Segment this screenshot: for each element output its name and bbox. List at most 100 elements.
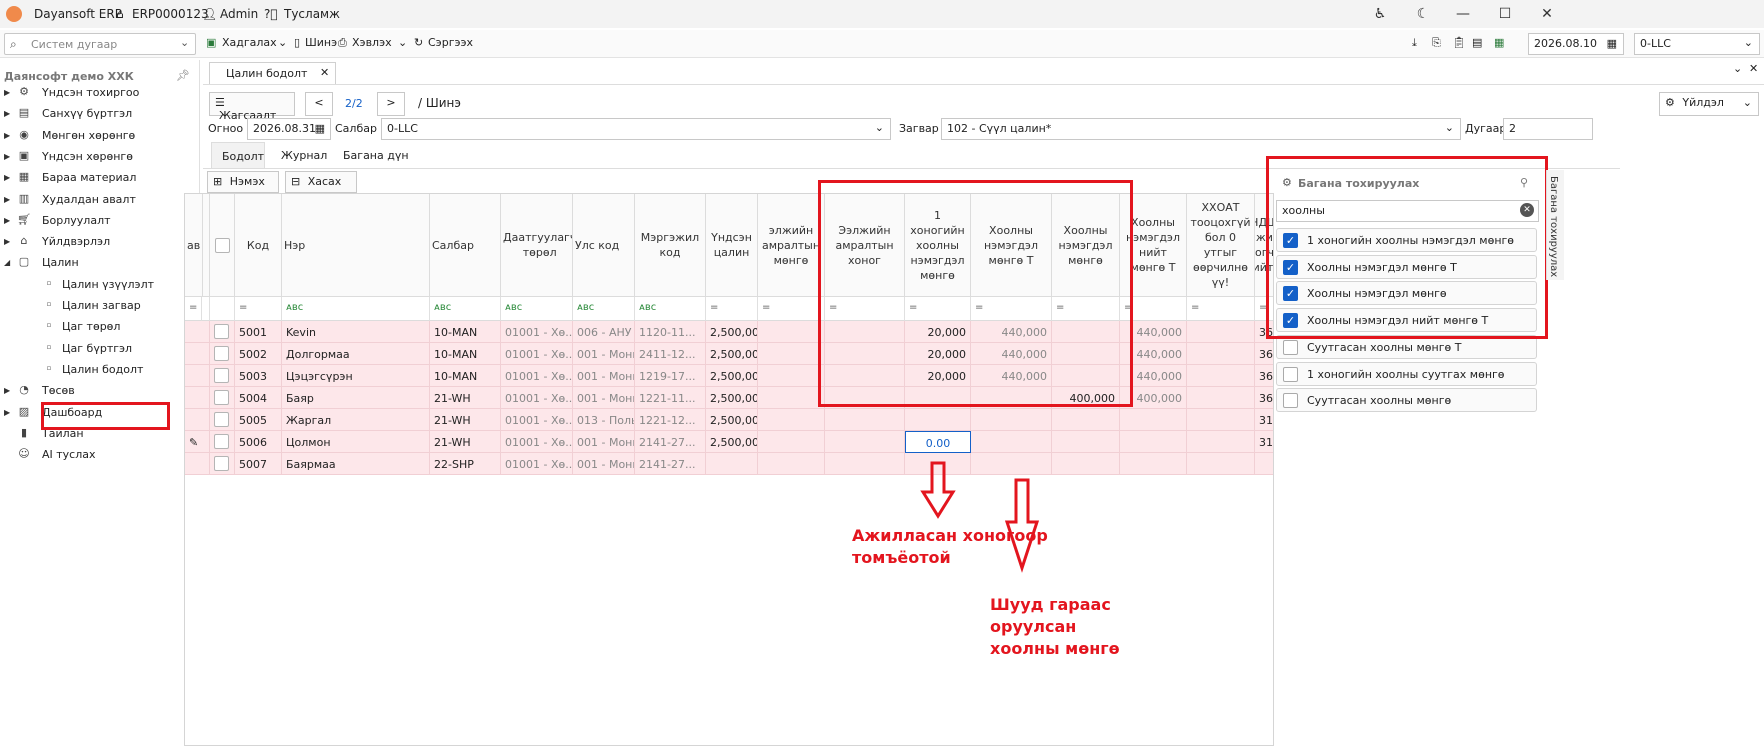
table-cell[interactable]: Долгормаа: [282, 343, 430, 365]
table-cell[interactable]: [1187, 409, 1255, 431]
table-cell[interactable]: [1255, 453, 1273, 475]
table-cell[interactable]: [825, 409, 905, 431]
filter-cell[interactable]: ᴀʙᴄ: [282, 297, 430, 321]
doc-date-field[interactable]: 2026.08.31 ▦: [247, 118, 331, 140]
table-cell[interactable]: 013 - Польш: [573, 409, 635, 431]
calendar-icon[interactable]: ▦: [315, 122, 325, 135]
expand-icon[interactable]: ▶: [4, 408, 10, 417]
help-link[interactable]: Тусламж: [284, 7, 340, 21]
prev-button[interactable]: <: [305, 92, 333, 116]
table-cell[interactable]: 5006: [235, 431, 282, 453]
table-cell[interactable]: Жаргал: [282, 409, 430, 431]
row-checkbox-cell[interactable]: [210, 387, 235, 409]
table-cell[interactable]: [971, 431, 1052, 453]
sidebar-subitem-0[interactable]: ▫ Цалин үзүүлэлт: [0, 274, 200, 296]
checkbox[interactable]: [214, 456, 229, 471]
table-cell[interactable]: 22-SHP: [430, 453, 501, 475]
expand-icon[interactable]: ▶: [4, 216, 10, 225]
expand-icon[interactable]: ▶: [4, 173, 10, 182]
expand-icon[interactable]: ▶: [4, 237, 10, 246]
table-cell[interactable]: [1187, 387, 1255, 409]
user-icon[interactable]: 👤︎: [202, 7, 217, 21]
table-cell[interactable]: 2141-27...: [635, 431, 706, 453]
checkbox[interactable]: [214, 324, 229, 339]
row-checkbox-cell[interactable]: [210, 343, 235, 365]
row-checkbox-cell[interactable]: [210, 453, 235, 475]
table-cell[interactable]: [971, 409, 1052, 431]
sidebar-item2-3[interactable]: ☺ AI туслах: [0, 444, 200, 466]
checkbox[interactable]: [214, 434, 229, 449]
table-cell[interactable]: [905, 409, 971, 431]
row-checkbox-cell[interactable]: [210, 365, 235, 387]
close-icon[interactable]: ✕: [1749, 62, 1758, 75]
sidebar-subitem-2[interactable]: ▫ Цаг төрөл: [0, 316, 200, 338]
side-tab-column-settings[interactable]: Багана тохируулах: [1546, 170, 1564, 280]
sidebar-item-8[interactable]: ◢ ▢ Цалин: [0, 252, 200, 274]
column-header[interactable]: ав: [185, 194, 204, 297]
table-cell[interactable]: 01001 - Хө...: [501, 321, 573, 343]
column-header[interactable]: ХХОАТ тооцохгүй бол 0 утгыг өөрчилнө үү!: [1187, 194, 1255, 297]
filter-cell[interactable]: ᴀʙᴄ: [501, 297, 573, 321]
sidebar-item-0[interactable]: ▶ ⚙ Үндсэн тохиргоо: [0, 82, 200, 104]
user-name[interactable]: Admin: [220, 7, 258, 21]
column-header[interactable]: Мэргэжил код: [635, 194, 706, 297]
download-icon[interactable]: ⤓: [1412, 36, 1417, 50]
tab-payroll-calc[interactable]: Цалин бодолт ✕: [209, 62, 336, 84]
table-cell[interactable]: 21-WH: [430, 387, 501, 409]
column-header[interactable]: элжийн амралтын мөнгө: [758, 194, 825, 297]
table-cell[interactable]: 001 - Монг...: [573, 387, 635, 409]
table-cell[interactable]: 2411-12...: [635, 343, 706, 365]
table-cell[interactable]: 1120-11...: [635, 321, 706, 343]
table-cell[interactable]: 362,500: [1255, 387, 1273, 409]
copy-icon[interactable]: ⎘: [1432, 36, 1441, 50]
table-cell[interactable]: 2,500,000: [706, 431, 758, 453]
accessibility-icon[interactable]: ♿︎: [1365, 4, 1395, 24]
next-button[interactable]: >: [377, 92, 405, 116]
paste-icon[interactable]: 📋︎: [1452, 36, 1466, 49]
table-row[interactable]: ✎ 5006Цолмон21-WH01001 - Хө...001 - Монг.…: [185, 431, 1273, 453]
filter-cell[interactable]: =: [758, 297, 825, 321]
checkbox[interactable]: [215, 238, 230, 253]
table-cell[interactable]: [758, 453, 825, 475]
table-cell[interactable]: [1187, 321, 1255, 343]
add-row-button[interactable]: ⊞ Нэмэх: [207, 171, 279, 193]
sidebar-item-1[interactable]: ▶ ▤ Санхүү бүртгэл: [0, 103, 200, 125]
action-menu-button[interactable]: ⚙ Үйлдэл ⌄: [1659, 92, 1759, 116]
table-cell[interactable]: 367,500: [1255, 343, 1273, 365]
sidebar-item2-0[interactable]: ▶ ◔ Төсөв: [0, 380, 200, 402]
pin-icon[interactable]: 📌︎: [176, 69, 190, 82]
chevron-down-icon[interactable]: ⌄: [180, 36, 189, 49]
table-cell[interactable]: [1187, 343, 1255, 365]
column-option[interactable]: Суутгасан хоолны мөнгө: [1276, 388, 1537, 413]
table-cell[interactable]: 01001 - Хө...: [501, 365, 573, 387]
clipboard-icon[interactable]: ▤: [1472, 36, 1482, 49]
table-cell[interactable]: [706, 453, 758, 475]
filter-cell[interactable]: =: [185, 297, 203, 321]
table-cell[interactable]: [758, 409, 825, 431]
calendar-icon[interactable]: ▦: [1607, 37, 1617, 50]
table-cell[interactable]: Баярмаа: [282, 453, 430, 475]
expand-icon[interactable]: ◢: [4, 258, 10, 267]
table-cell[interactable]: 001 - Монг...: [573, 365, 635, 387]
table-cell[interactable]: 2,500,000: [706, 409, 758, 431]
checkbox[interactable]: [214, 368, 229, 383]
column-header[interactable]: Үндсэн цалин: [706, 194, 758, 297]
table-cell[interactable]: 1221-12...: [635, 409, 706, 431]
table-cell[interactable]: Баяр: [282, 387, 430, 409]
table-cell[interactable]: 5007: [235, 453, 282, 475]
sidebar-item-6[interactable]: ▶ 🛒︎ Борлуулалт: [0, 210, 200, 232]
column-header[interactable]: Даатгуулагч төрөл: [501, 194, 573, 297]
table-cell[interactable]: [825, 431, 905, 453]
sidebar-item-2[interactable]: ▶ ◉ Мөнгөн хөрөнгө: [0, 125, 200, 147]
expand-icon[interactable]: ▶: [4, 386, 10, 395]
template-select[interactable]: 102 - Сүүл цалин* ⌄: [941, 118, 1461, 140]
print-dropdown-icon[interactable]: ⌄: [398, 36, 407, 49]
table-cell[interactable]: 5005: [235, 409, 282, 431]
filter-cell[interactable]: ᴀʙᴄ: [635, 297, 706, 321]
table-cell[interactable]: [1052, 409, 1120, 431]
sidebar-item-7[interactable]: ▶ ⌂ Үйлдвэрлэл: [0, 231, 200, 253]
table-cell[interactable]: [1120, 409, 1187, 431]
sidebar-subitem-4[interactable]: ▫ Цалин бодолт: [0, 359, 200, 381]
excel-icon[interactable]: ▦: [1494, 36, 1504, 49]
table-cell[interactable]: 21-WH: [430, 431, 501, 453]
